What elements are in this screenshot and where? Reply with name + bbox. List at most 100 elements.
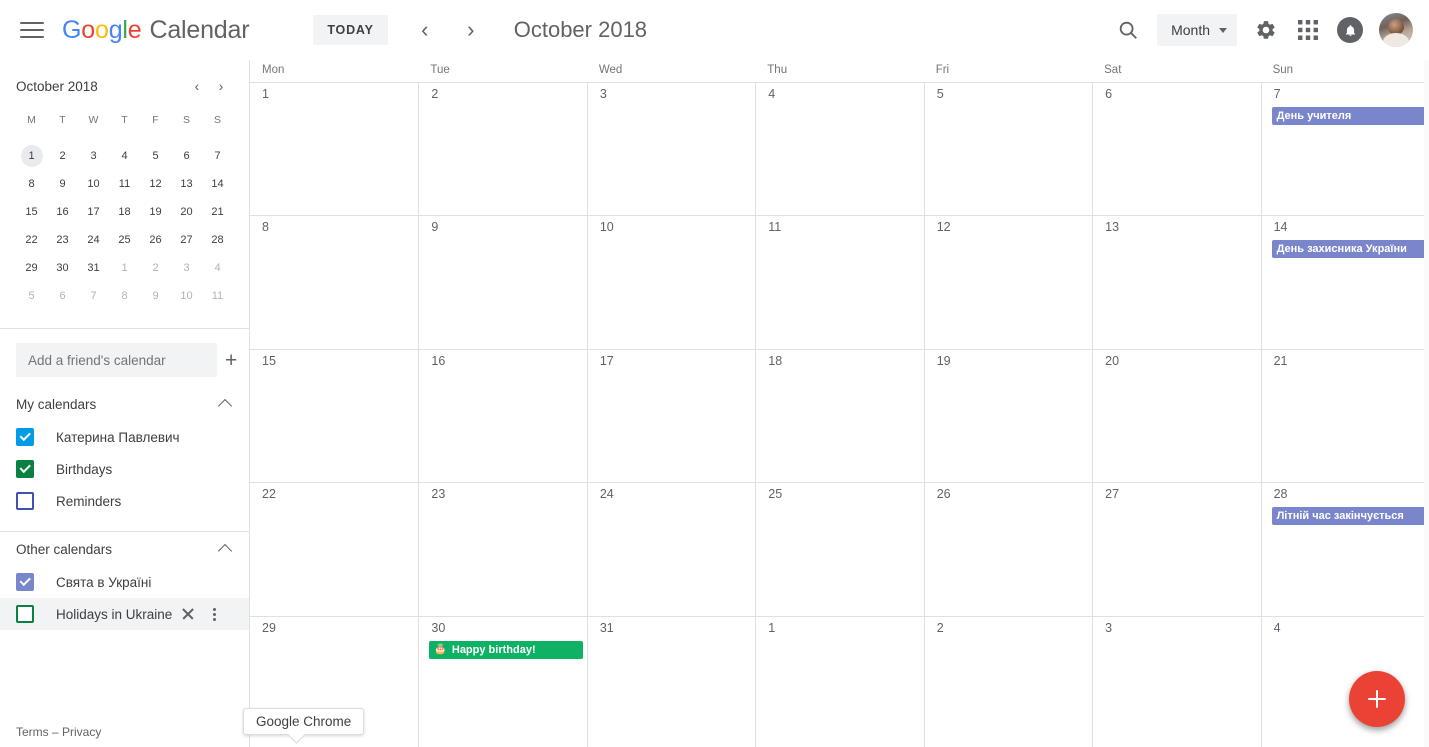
mini-calendar-day[interactable]: 10 (78, 170, 109, 198)
calendar-list-item[interactable]: Катерина Павлевич (0, 421, 249, 453)
previous-month-button[interactable]: ‹ (408, 13, 442, 47)
day-cell[interactable]: 12 (923, 216, 1092, 349)
day-cell[interactable]: 18 (755, 349, 923, 483)
day-number[interactable]: 19 (925, 354, 1092, 368)
mini-calendar-day[interactable]: 17 (78, 198, 109, 226)
kebab-menu-icon[interactable] (206, 606, 222, 622)
mini-calendar-day[interactable]: 8 (16, 170, 47, 198)
mini-calendar-day[interactable]: 16 (47, 198, 78, 226)
event-chip[interactable]: Літній час закінчується (1271, 507, 1425, 526)
mini-calendar-day[interactable]: 26 (140, 226, 171, 254)
plus-icon[interactable]: + (225, 348, 237, 372)
close-icon[interactable] (180, 606, 196, 622)
day-number[interactable]: 12 (925, 220, 1092, 234)
checkbox-checked[interactable] (16, 428, 34, 446)
day-cell[interactable]: 14 День захисника України (1260, 216, 1429, 349)
day-number[interactable]: 22 (250, 487, 418, 501)
day-number[interactable]: 3 (588, 87, 755, 101)
mini-calendar-day[interactable]: 22 (16, 226, 47, 254)
mini-calendar-day[interactable]: 24 (78, 226, 109, 254)
day-cell[interactable]: 11 (755, 216, 923, 349)
day-cell[interactable]: 9 (418, 216, 586, 349)
mini-calendar-prev-button[interactable]: ‹ (185, 74, 209, 98)
avatar[interactable] (1379, 13, 1413, 47)
day-number[interactable]: 3 (1093, 621, 1260, 635)
calendar-list-item[interactable]: Holidays in Ukraine (0, 598, 249, 630)
apps-grid-icon[interactable] (1287, 9, 1329, 51)
mini-calendar-day[interactable]: 9 (47, 170, 78, 198)
day-cell[interactable]: 4 (1260, 616, 1429, 747)
mini-calendar-day[interactable]: 1 (16, 142, 47, 170)
day-number[interactable]: 18 (756, 354, 923, 368)
bell-icon[interactable] (1329, 9, 1371, 51)
mini-calendar-day[interactable]: 25 (109, 226, 140, 254)
mini-calendar-day[interactable]: 1 (109, 254, 140, 282)
mini-calendar-day[interactable]: 27 (171, 226, 202, 254)
day-cell[interactable]: 31 (586, 616, 755, 747)
day-cell[interactable]: 4 (755, 83, 923, 216)
day-number[interactable]: 15 (250, 354, 418, 368)
mini-calendar-day[interactable]: 3 (78, 142, 109, 170)
day-cell[interactable]: 22 (250, 483, 418, 615)
terms-privacy-link[interactable]: Terms – Privacy (16, 725, 101, 739)
day-number[interactable]: 16 (419, 354, 586, 368)
day-cell[interactable]: 1 (755, 616, 923, 747)
event-chip[interactable]: 🎂 Happy birthday! (429, 640, 583, 659)
mini-calendar-day[interactable]: 9 (140, 282, 171, 310)
day-cell[interactable]: 5 (923, 83, 1092, 216)
day-number[interactable]: 6 (1093, 87, 1260, 101)
day-cell[interactable]: 26 (923, 483, 1092, 616)
my-calendars-header[interactable]: My calendars (0, 387, 249, 421)
day-number[interactable]: 23 (419, 487, 586, 501)
calendar-list-item[interactable]: Свята в Україні (0, 566, 249, 598)
search-input[interactable] (16, 343, 217, 377)
day-number[interactable]: 7 (1262, 87, 1429, 101)
day-cell[interactable]: 20 (1092, 349, 1260, 483)
mini-calendar-day[interactable]: 20 (171, 198, 202, 226)
day-number[interactable]: 25 (756, 487, 923, 501)
mini-calendar-day[interactable]: 19 (140, 198, 171, 226)
day-number[interactable]: 8 (250, 220, 418, 234)
day-cell[interactable]: 15 (250, 350, 418, 482)
mini-calendar-next-button[interactable]: › (209, 74, 233, 98)
day-cell[interactable]: 21 (1260, 349, 1429, 483)
day-number[interactable]: 17 (588, 354, 755, 368)
day-cell[interactable]: 2 (418, 83, 586, 216)
mini-calendar-day[interactable]: 28 (202, 226, 233, 254)
today-button[interactable]: TODAY (313, 15, 388, 45)
day-number[interactable]: 24 (588, 487, 755, 501)
mini-calendar-day[interactable]: 4 (202, 254, 233, 282)
day-number[interactable]: 31 (588, 621, 755, 635)
day-number[interactable]: 20 (1093, 354, 1260, 368)
mini-calendar-day[interactable]: 14 (202, 170, 233, 198)
day-number[interactable]: 13 (1093, 220, 1260, 234)
day-number[interactable]: 10 (588, 220, 755, 234)
day-cell[interactable]: 10 (586, 216, 755, 349)
search-icon[interactable] (1107, 9, 1149, 51)
next-month-button[interactable]: › (454, 13, 488, 47)
mini-calendar-day[interactable]: 4 (109, 142, 140, 170)
calendar-list-item[interactable]: Reminders (0, 485, 249, 517)
mini-calendar-day[interactable]: 11 (109, 170, 140, 198)
mini-calendar-day[interactable]: 11 (202, 282, 233, 310)
calendar-list-item[interactable]: Birthdays (0, 453, 249, 485)
day-cell[interactable]: 28 Літній час закінчується (1260, 483, 1429, 616)
day-number[interactable]: 1 (756, 621, 923, 635)
day-cell[interactable]: 24 (586, 483, 755, 616)
mini-calendar-day[interactable]: 30 (47, 254, 78, 282)
day-number[interactable]: 14 (1262, 220, 1429, 234)
checkbox-unchecked[interactable] (16, 492, 34, 510)
day-number[interactable]: 11 (756, 220, 923, 234)
day-number[interactable]: 5 (925, 87, 1092, 101)
day-cell[interactable]: 19 (923, 349, 1092, 483)
day-number[interactable]: 26 (925, 487, 1092, 501)
mini-calendar-day[interactable]: 2 (140, 254, 171, 282)
day-cell[interactable]: 1 (250, 83, 418, 215)
day-cell[interactable]: 17 (586, 349, 755, 483)
checkbox-checked[interactable] (16, 460, 34, 478)
day-number[interactable]: 1 (250, 87, 418, 101)
mini-calendar-day[interactable]: 13 (171, 170, 202, 198)
mini-calendar-day[interactable]: 15 (16, 198, 47, 226)
checkbox-checked[interactable] (16, 573, 34, 591)
day-cell[interactable]: 23 (418, 483, 586, 616)
